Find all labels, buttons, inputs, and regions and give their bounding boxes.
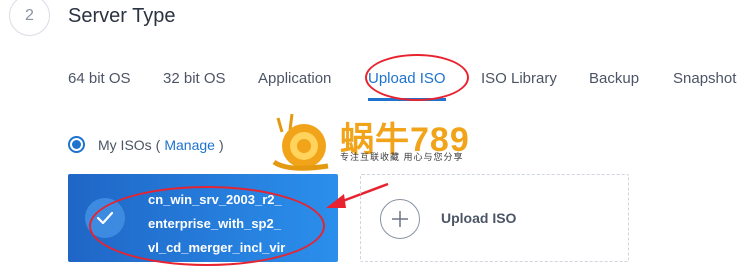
manage-link[interactable]: Manage: [164, 137, 215, 153]
section-title: Server Type: [68, 5, 176, 27]
my-isos-label: My ISOs: [98, 136, 152, 153]
tab-iso-library[interactable]: ISO Library: [481, 70, 557, 87]
annotation-circle-tab: [365, 54, 469, 101]
tab-64-bit-os[interactable]: 64 bit OS: [68, 70, 131, 87]
tab-32-bit-os[interactable]: 32 bit OS: [163, 70, 226, 87]
tab-snapshot[interactable]: Snapshot: [673, 70, 736, 87]
watermark-logo: 蜗牛789 专注互联收藏 用心与您分享: [268, 110, 498, 172]
step-number-text: 2: [25, 6, 34, 24]
step-number: 2: [9, 0, 50, 36]
tab-backup[interactable]: Backup: [589, 70, 639, 87]
annotation-circle-iso: [89, 186, 325, 266]
tab-application[interactable]: Application: [258, 70, 331, 87]
my-isos-radio[interactable]: [68, 136, 85, 153]
manage-paren-open: (: [155, 136, 161, 153]
upload-iso-dropzone[interactable]: Upload ISO: [360, 174, 629, 262]
my-isos-radio-row: My ISOs ( Manage ): [68, 136, 224, 153]
snail-icon: [272, 113, 329, 171]
radio-selected-dot: [72, 140, 81, 149]
watermark-tagline: 专注互联收藏 用心与您分享: [340, 152, 464, 162]
manage-paren-close: ): [218, 136, 224, 153]
upload-iso-label: Upload ISO: [441, 210, 517, 226]
plus-icon: [380, 199, 420, 239]
